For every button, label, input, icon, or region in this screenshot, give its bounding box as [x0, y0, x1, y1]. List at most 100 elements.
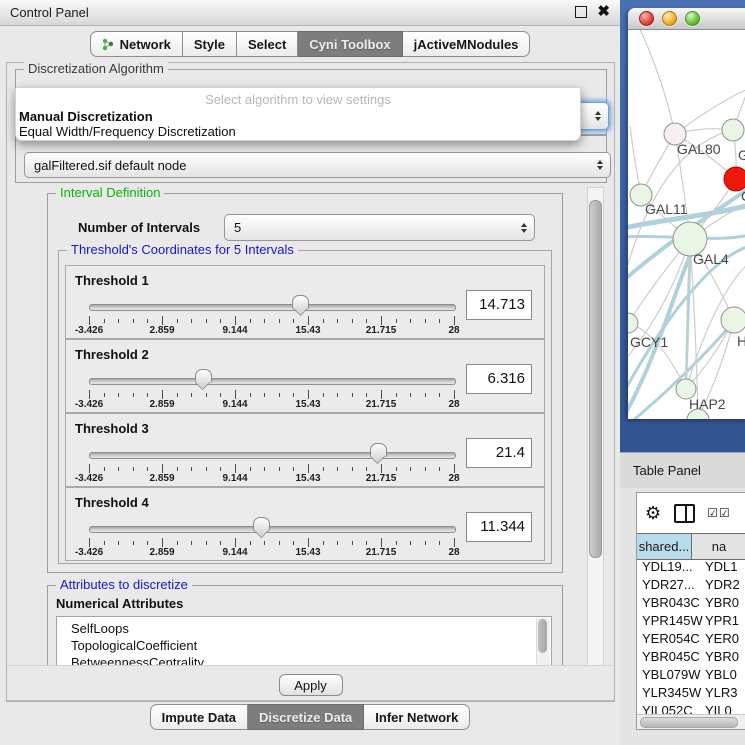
threshold-slider-track[interactable]	[89, 526, 456, 533]
threshold-panel-4: Threshold 4-3.4262.8599.14415.4321.71528…	[65, 487, 545, 561]
table-row[interactable]: YLR345WYLR3	[637, 685, 745, 703]
threshold-panel-3: Threshold 3-3.4262.8599.14415.4321.71528…	[65, 413, 545, 487]
node-label-gal80: GAL80	[677, 141, 721, 157]
tab-infer-network[interactable]: Infer Network	[364, 704, 470, 730]
network-window-titlebar	[628, 8, 745, 30]
table-row[interactable]: YIL052CYIL0	[637, 703, 745, 714]
gear-icon[interactable]: ⚙	[645, 503, 661, 524]
threshold-slider-thumb[interactable]	[292, 295, 309, 309]
cyni-toolbox-panel: Discretization Algorithm Select algorith…	[6, 62, 615, 702]
tab-select[interactable]: Select	[237, 31, 298, 57]
column-header-na[interactable]: na	[692, 534, 745, 559]
tab-jactivemnodules[interactable]: jActiveMNodules	[403, 31, 531, 57]
threshold-slider-thumb[interactable]	[195, 369, 212, 383]
network-node-green[interactable]	[722, 119, 744, 141]
minimize-traffic-icon[interactable]	[662, 11, 677, 26]
control-panel-title: Control Panel	[10, 5, 89, 20]
cell-name: YDL1	[705, 559, 738, 577]
control-panel: Control Panel ✖ Network Style Select Cyni T…	[0, 0, 620, 745]
threshold-slider-track[interactable]	[89, 304, 456, 311]
algorithm-option-manual-discretization[interactable]: Manual Discretization	[16, 109, 580, 124]
table-data-combobox[interactable]: galFiltered.sif default node	[24, 152, 611, 178]
num-intervals-combobox[interactable]: 5	[224, 214, 535, 241]
combo-arrows-icon	[595, 111, 601, 121]
tab-cyni-toolbox[interactable]: Cyni Toolbox	[298, 31, 402, 57]
combo-arrows-icon	[597, 160, 603, 170]
axis-tick-label: 21.715	[366, 473, 397, 484]
table-panel-title: Table Panel	[633, 463, 701, 478]
axis-tick-label: 9.144	[222, 547, 247, 558]
table-row[interactable]: YDR27...YDR2	[637, 577, 745, 595]
settings-scrollbar-thumb[interactable]	[589, 200, 602, 558]
cell-name: YBR0	[705, 649, 739, 667]
tab-label: jActiveMNodules	[414, 37, 519, 52]
table-hscrollbar-thumb[interactable]	[640, 717, 738, 728]
threshold-label: Threshold 1	[75, 273, 149, 288]
zoom-traffic-icon[interactable]	[685, 11, 700, 26]
table-horizontal-scrollbar[interactable]	[637, 714, 745, 729]
threshold-value-field[interactable]: 14.713	[466, 290, 532, 320]
tab-label: Select	[248, 37, 286, 52]
attributes-scrollbar[interactable]	[536, 618, 550, 666]
close-icon[interactable]: ✖	[597, 6, 610, 18]
axis-tick-label: 28	[448, 325, 459, 336]
cell-name: YPR1	[705, 613, 739, 631]
threshold-slider-thumb[interactable]	[370, 443, 387, 457]
select-columns-icon[interactable]: ☑☑	[707, 506, 731, 520]
axis-tick-label: -3.426	[75, 473, 103, 484]
table-row[interactable]: YBR043CYBR0	[637, 595, 745, 613]
node-label-ga: GA	[738, 147, 745, 163]
threshold-value-field[interactable]: 6.316	[466, 364, 532, 394]
table-data-value: galFiltered.sif default node	[34, 158, 186, 173]
axis-tick-label: 2.859	[149, 473, 174, 484]
cell-shared-name: YBL079W	[637, 667, 705, 685]
split-columns-icon[interactable]	[674, 504, 695, 523]
table-row[interactable]: YBR045CYBR0	[637, 649, 745, 667]
cell-shared-name: YBR043C	[637, 595, 705, 613]
cell-shared-name: YDL19...	[637, 559, 705, 577]
cell-name: YLR3	[705, 685, 738, 703]
column-header-shared-[interactable]: shared...	[637, 534, 692, 559]
attributes-section-title: Attributes to discretize	[56, 578, 192, 592]
network-node-green[interactable]	[721, 307, 745, 333]
threshold-value-field[interactable]: 21.4	[466, 438, 532, 468]
axis-tick-label: 2.859	[149, 325, 174, 336]
cell-shared-name: YLR345W	[637, 685, 705, 703]
tab-network[interactable]: Network	[90, 31, 183, 57]
tab-label: Impute Data	[162, 710, 236, 725]
threshold-slider-thumb[interactable]	[253, 517, 270, 531]
network-canvas[interactable]: GAL80GAGAL11CGAL4GCY1HHAP2	[628, 30, 745, 419]
axis-tick-label: -3.426	[75, 547, 103, 558]
attributes-scrollbar-thumb[interactable]	[538, 619, 547, 653]
close-traffic-icon[interactable]	[639, 11, 654, 26]
threshold-slider-track[interactable]	[89, 378, 456, 385]
table-header-row: shared...na	[637, 533, 745, 560]
algorithm-option-equal-width-frequency-discretization[interactable]: Equal Width/Frequency Discretization	[16, 124, 580, 139]
threshold-value-field[interactable]: 11.344	[466, 512, 532, 542]
table-row[interactable]: YBL079WYBL0	[637, 667, 745, 685]
network-node-green[interactable]	[628, 313, 638, 333]
float-window-icon[interactable]	[575, 6, 587, 18]
axis-tick-label: 2.859	[149, 547, 174, 558]
table-row[interactable]: YER054CYER0	[637, 631, 745, 649]
tab-style[interactable]: Style	[183, 31, 237, 57]
attribute-item-selfloops[interactable]: SelfLoops	[57, 620, 551, 637]
tab-discretize-data[interactable]: Discretize Data	[248, 704, 364, 730]
settings-scrollbar[interactable]	[587, 187, 604, 667]
tab-impute-data[interactable]: Impute Data	[150, 704, 248, 730]
slider-tick-labels: -3.4262.8599.14415.4321.71528	[89, 399, 454, 411]
numerical-attributes-list[interactable]: SelfLoopsTopologicalCoefficientBetweenne…	[56, 616, 552, 666]
threshold-slider-track[interactable]	[89, 452, 456, 459]
algorithm-popup-hint: Select algorithm to view settings	[16, 88, 580, 109]
interval-definition-section: Interval Definition Number of Intervals …	[47, 193, 563, 573]
table-row[interactable]: YPR145WYPR1	[637, 613, 745, 631]
node-table: ⚙ ☑☑ shared...na YDL19...YDL1YDR27...YDR…	[636, 492, 745, 730]
table-row[interactable]: YDL19...YDL1	[637, 559, 745, 577]
apply-button[interactable]: Apply	[279, 674, 343, 696]
threshold-panel-1: Threshold 1-3.4262.8599.14415.4321.71528…	[65, 265, 545, 339]
tab-label: Style	[194, 37, 225, 52]
attribute-item-topologicalcoefficient[interactable]: TopologicalCoefficient	[57, 637, 551, 654]
cell-name: YDR2	[705, 577, 740, 595]
num-intervals-label: Number of Intervals	[78, 220, 200, 235]
threshold-label: Threshold 2	[75, 347, 149, 362]
